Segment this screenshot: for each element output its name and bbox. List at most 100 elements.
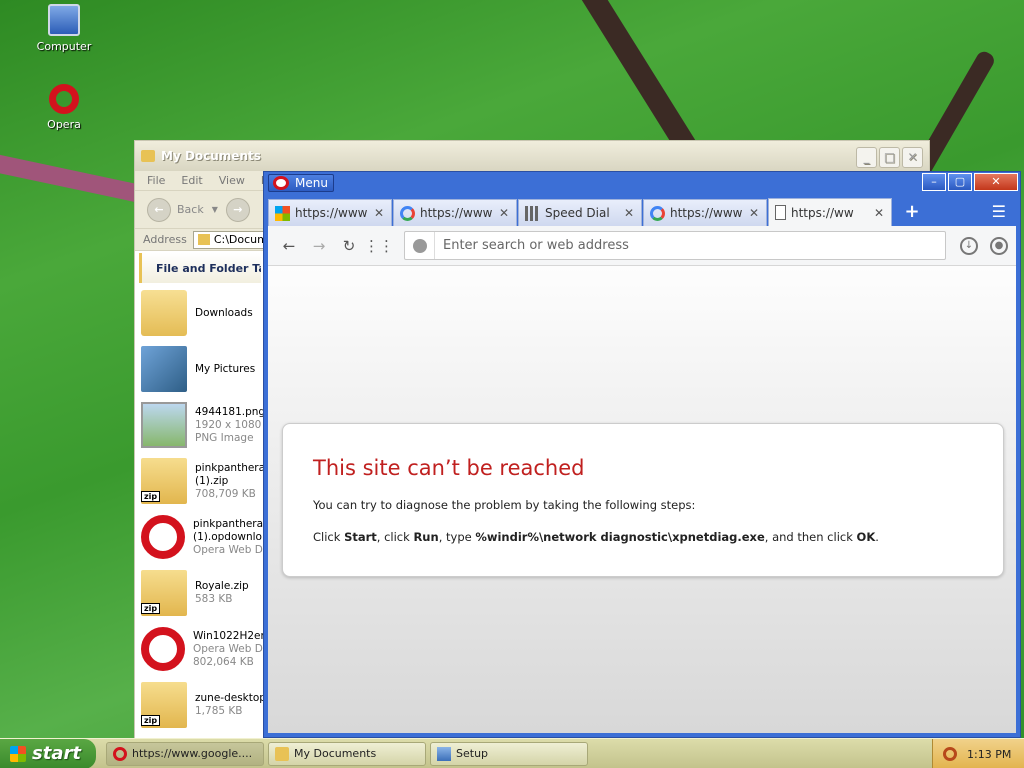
minimize-button[interactable]: _ <box>856 147 877 168</box>
menu-file[interactable]: File <box>147 174 165 187</box>
setup-icon <box>437 746 451 761</box>
close-tab-icon[interactable]: ✕ <box>873 206 885 220</box>
menu-edit[interactable]: Edit <box>181 174 202 187</box>
minimize-button[interactable]: – <box>922 173 946 191</box>
tab-label: https://www <box>420 206 493 220</box>
menu-view[interactable]: View <box>219 174 245 187</box>
taskbar-label: My Documents <box>294 747 377 760</box>
instr-bold: %windir%\network diagnostic\xpnetdiag.ex… <box>475 530 765 544</box>
back-button-label[interactable]: Back <box>177 203 204 216</box>
file-name: pinkpantherar <box>195 461 265 474</box>
instr-bold: Run <box>413 530 439 544</box>
file-item[interactable]: pinkpantherar (1).opdownlo Opera Web D <box>135 509 265 565</box>
opera-file-icon <box>141 627 185 671</box>
file-item[interactable]: zip zune-desktop- 1,785 KB <box>135 677 265 733</box>
instr-text: . <box>875 530 879 544</box>
taskbar-button[interactable]: Setup <box>430 741 588 766</box>
back-arrow-icon[interactable]: ← <box>274 237 304 255</box>
file-item[interactable]: zip pinkpantherar (1).zip 708,709 KB <box>135 453 265 509</box>
browser-tab[interactable]: Speed Dial ✕ <box>518 199 642 226</box>
file-name: pinkpantherar <box>193 517 265 530</box>
address-bar[interactable]: Enter search or web address <box>404 231 946 260</box>
file-name: Royale.zip <box>195 580 249 592</box>
chevron-down-icon[interactable]: ▼ <box>212 205 218 214</box>
file-text: pinkpantherar (1).opdownlo Opera Web D <box>193 518 265 557</box>
browser-tab[interactable]: https://www ✕ <box>643 199 767 226</box>
taskbar-button[interactable]: https://www.google.... <box>106 741 264 766</box>
opera-menu-label: Menu <box>295 176 328 190</box>
window-controls: – ▢ ✕ <box>922 173 1018 191</box>
close-button[interactable]: ✕ <box>902 147 923 168</box>
file-text: Downloads <box>195 307 253 320</box>
file-item[interactable]: zip Royale.zip 583 KB <box>135 565 265 621</box>
opera-menu-button[interactable]: Menu <box>268 174 334 192</box>
folder-icon <box>141 150 155 162</box>
folder-icon <box>197 234 210 245</box>
file-text: My Pictures <box>195 363 255 376</box>
forward-arrow-icon[interactable]: → <box>225 197 250 222</box>
google-favicon <box>400 205 415 221</box>
explorer-titlebar[interactable]: My Documents _ □ ✕ <box>135 141 929 171</box>
file-item[interactable]: Downloads <box>135 285 265 341</box>
instr-bold: Start <box>344 530 377 544</box>
windows-logo-icon <box>10 745 26 762</box>
microsoft-favicon <box>275 205 290 221</box>
tab-menu-icon[interactable]: ☰ <box>992 202 1006 221</box>
file-item[interactable]: Win1022H2en Opera Web Do 802,064 KB <box>135 621 265 677</box>
close-tab-icon[interactable]: ✕ <box>498 206 510 220</box>
instr-text: Click <box>313 530 345 544</box>
file-detail: 583 KB <box>195 593 233 605</box>
zip-file-icon: zip <box>141 682 187 728</box>
task-pane-header[interactable]: File and Folder Tasl <box>139 253 261 283</box>
tray-search-icon[interactable] <box>943 747 957 761</box>
taskbar-label: Setup <box>456 747 489 760</box>
reload-icon[interactable]: ↻ <box>334 237 364 255</box>
opera-logo-icon <box>273 176 289 190</box>
navigation-bar: ← → ↻ ⋮⋮ Enter search or web address ↓ ● <box>268 226 1016 266</box>
browser-tab[interactable]: https://www ✕ <box>268 199 392 226</box>
start-button[interactable]: start <box>0 738 96 768</box>
page-favicon <box>775 205 786 220</box>
system-tray: 1:13 PM <box>932 739 1024 768</box>
new-tab-button[interactable]: + <box>897 201 927 222</box>
clock[interactable]: 1:13 PM <box>967 748 1011 761</box>
file-list: Downloads My Pictures 4944181.png 1920 x 10… <box>135 285 265 733</box>
download-icon[interactable]: ↓ <box>960 236 978 255</box>
maximize-button[interactable]: □ <box>879 147 900 168</box>
maximize-button[interactable]: ▢ <box>948 173 972 191</box>
png-file-icon <box>141 402 187 448</box>
opera-icon <box>49 84 79 114</box>
instr-text: , and then click <box>764 530 857 544</box>
instr-bold: OK <box>856 530 876 544</box>
taskbar-button[interactable]: My Documents <box>268 741 426 766</box>
speed-dial-grid-icon[interactable]: ⋮⋮ <box>364 237 394 255</box>
browser-tab[interactable]: https://www ✕ <box>393 199 517 226</box>
desktop-icon-opera[interactable]: Opera <box>24 84 104 131</box>
close-tab-icon[interactable]: ✕ <box>748 206 760 220</box>
zip-tag: zip <box>141 715 161 726</box>
desktop-icon-computer[interactable]: Computer <box>24 4 104 53</box>
close-tab-icon[interactable]: ✕ <box>623 206 635 220</box>
file-item[interactable]: My Pictures <box>135 341 265 397</box>
google-favicon <box>650 205 665 221</box>
file-item[interactable]: 4944181.png 1920 x 1080 PNG Image <box>135 397 265 453</box>
account-icon[interactable]: ● <box>990 236 1008 255</box>
forward-arrow-icon[interactable]: → <box>304 237 334 255</box>
instr-text: , click <box>376 530 414 544</box>
close-button[interactable]: ✕ <box>974 173 1018 191</box>
file-detail: (1).zip <box>195 474 229 487</box>
file-text: pinkpantherar (1).zip 708,709 KB <box>195 462 265 501</box>
file-detail: 1920 x 1080 <box>195 418 262 431</box>
taskbar-label: https://www.google.... <box>132 747 253 760</box>
close-tab-icon[interactable]: ✕ <box>373 206 385 220</box>
file-text: Royale.zip 583 KB <box>195 580 249 606</box>
file-detail: Opera Web Do <box>193 642 265 655</box>
back-arrow-icon[interactable]: ← <box>147 197 171 222</box>
file-detail: (1).opdownlo <box>193 530 262 543</box>
tab-label: https://ww <box>791 205 854 220</box>
taskbar: start https://www.google.... My Documents… <box>0 738 1024 768</box>
file-detail: PNG Image <box>195 431 254 444</box>
folder-icon <box>275 746 289 761</box>
browser-tab[interactable]: https://ww ✕ <box>768 198 892 226</box>
site-info-icon[interactable] <box>405 232 435 259</box>
